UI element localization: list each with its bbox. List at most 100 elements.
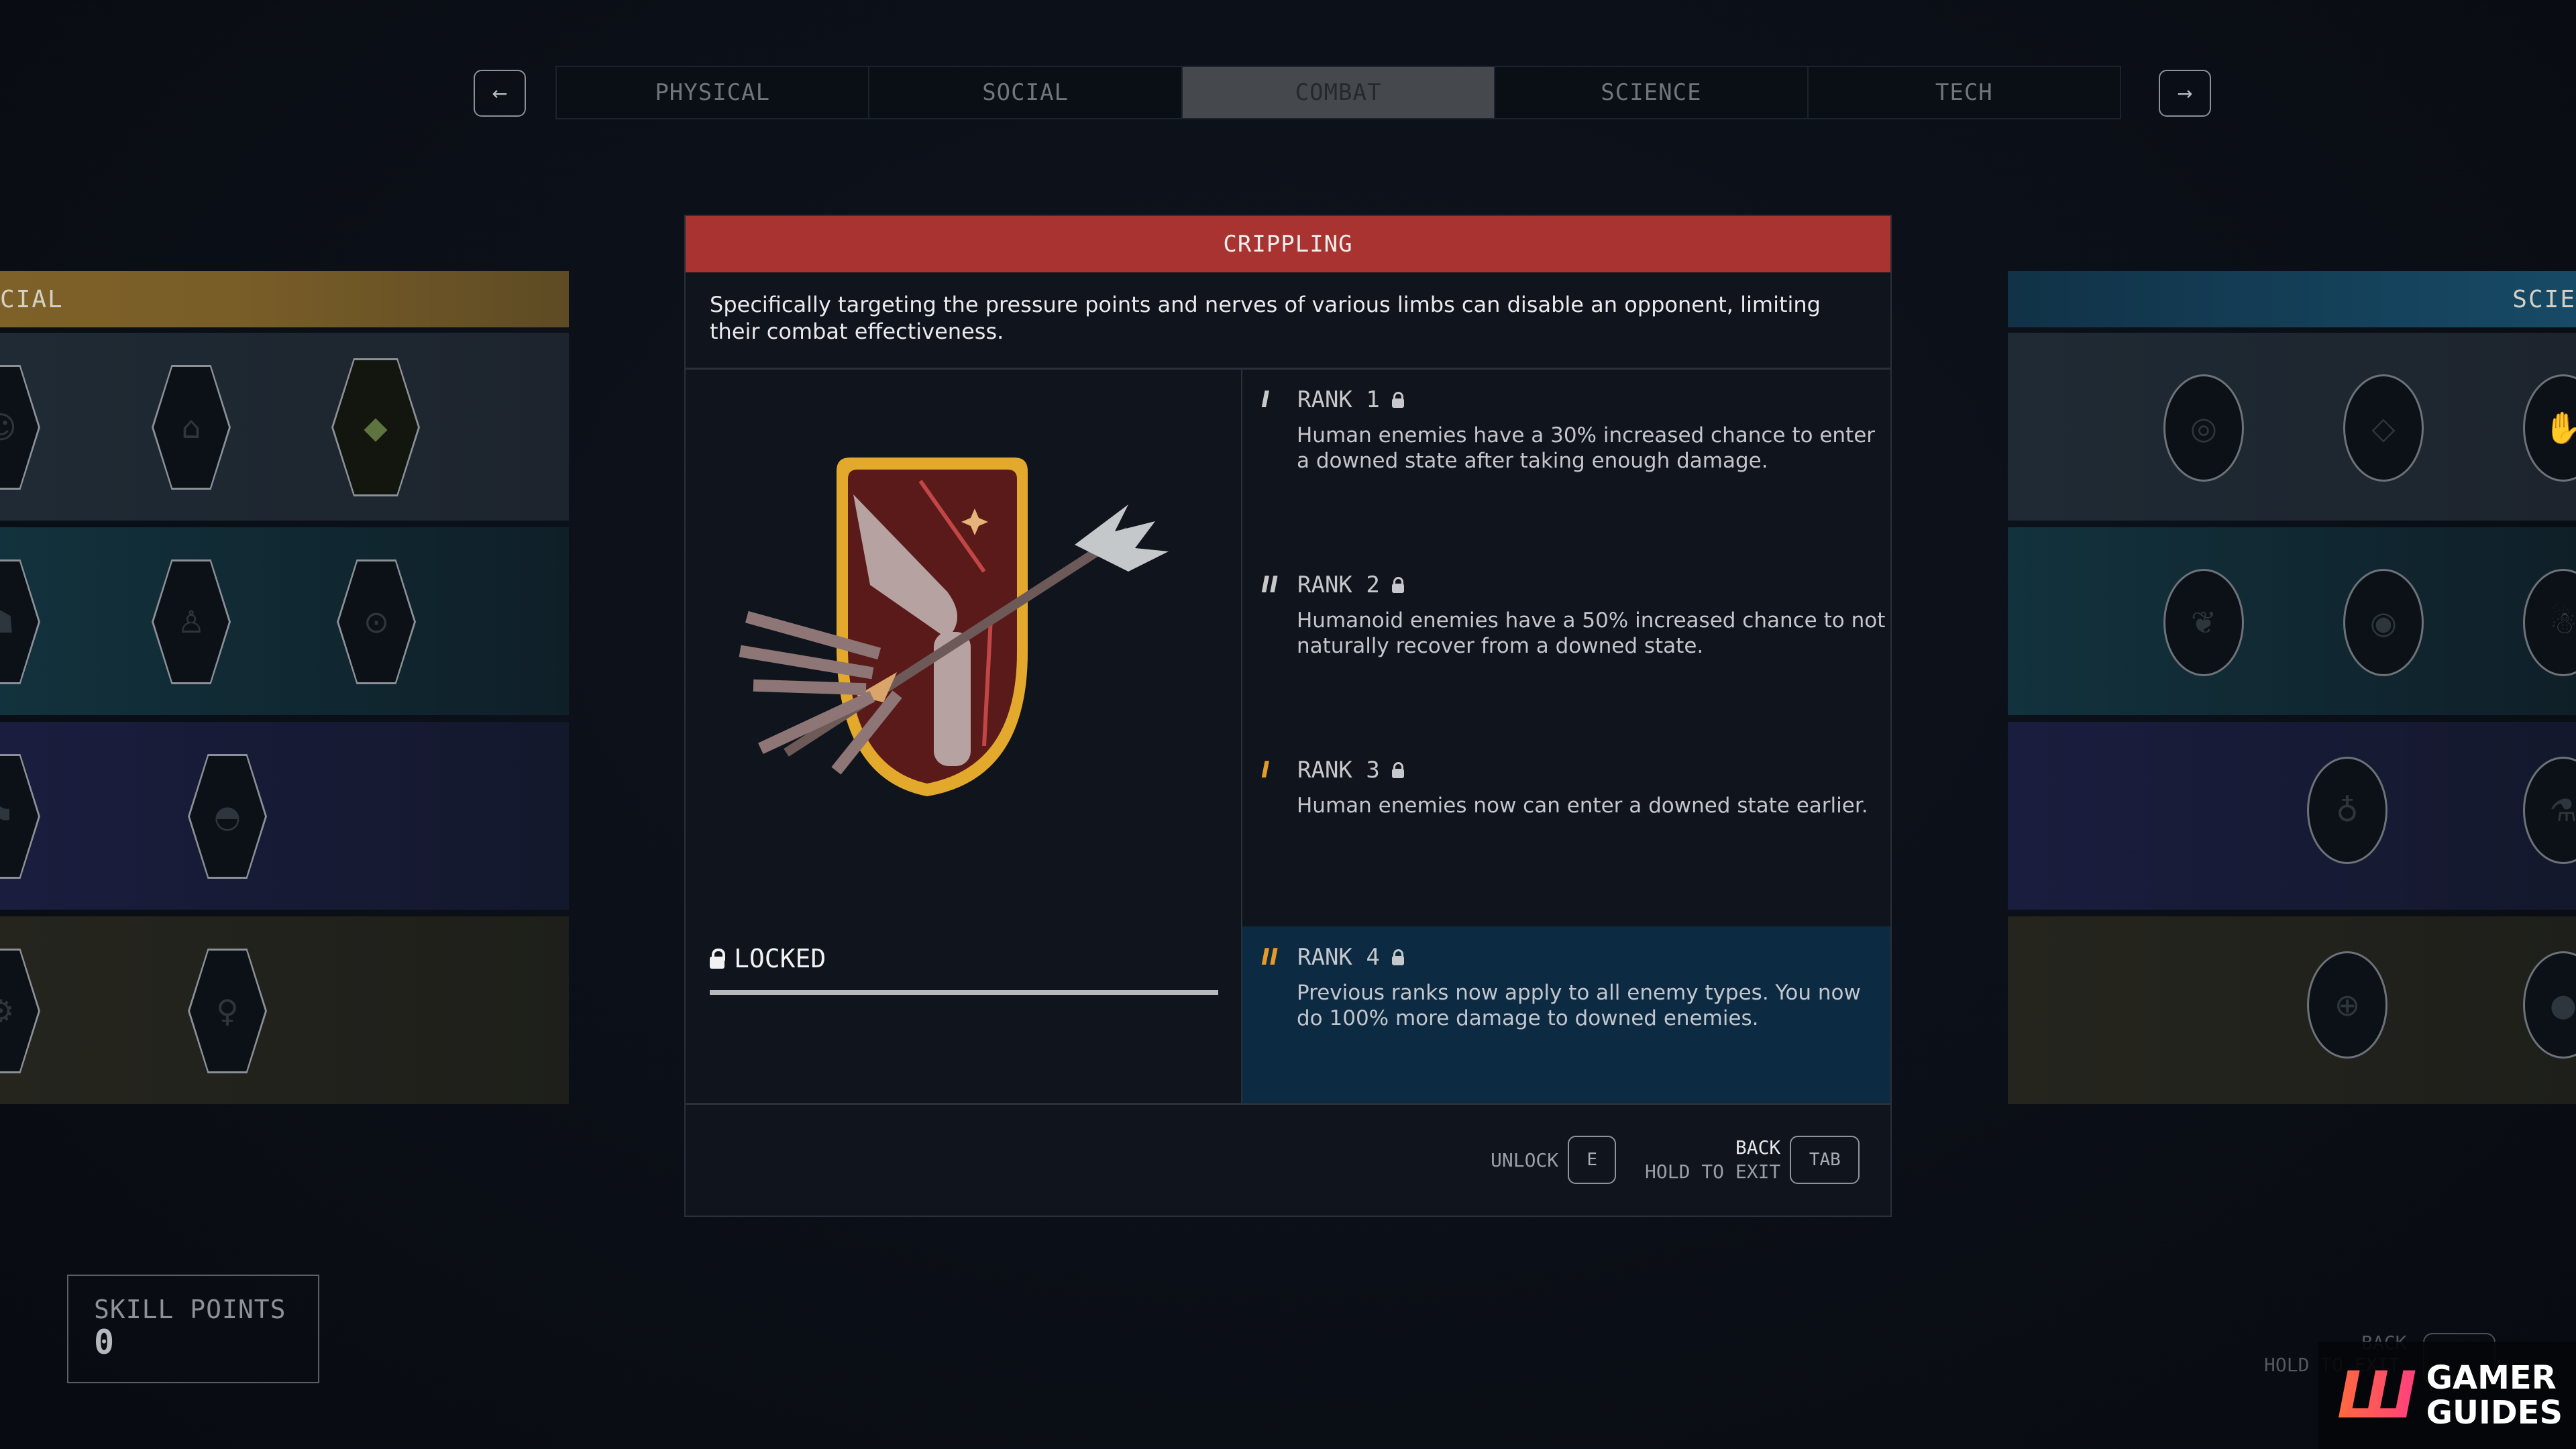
skill-node[interactable]: ♁ <box>2307 757 2387 864</box>
tab-combat[interactable]: COMBAT <box>1182 67 1496 118</box>
science-tree-header: SCIE <box>2008 271 2576 327</box>
skill-points-value: 0 <box>94 1323 115 1362</box>
unlock-hint[interactable]: UNLOCK E <box>1491 1136 1617 1184</box>
social-tree-header: CIAL <box>0 271 569 327</box>
skill-node[interactable]: ⚑ <box>0 754 40 879</box>
face-sparkles-icon: ☺ <box>0 409 17 445</box>
rank-item[interactable]: I RANK 3 Human enemies now can enter a d… <box>1242 739 1890 924</box>
skill-node-unlocked[interactable]: ◆ <box>331 358 420 496</box>
skill-tier-row: ☗ ♙ ⊙ <box>0 527 569 715</box>
skill-node[interactable]: ☃ <box>2523 569 2576 676</box>
rank-label: RANK 3 <box>1297 757 1380 784</box>
rank-label: RANK 4 <box>1297 944 1380 971</box>
skill-node[interactable]: ◓ <box>188 754 267 879</box>
back-hint[interactable]: BACK HOLD TO EXIT TAB <box>1645 1136 1860 1184</box>
skill-node[interactable]: ◉ <box>2343 569 2424 676</box>
tab-science[interactable]: SCIENCE <box>1495 67 1809 118</box>
gamer-guides-watermark: Ш GAMER GUIDES <box>2318 1342 2576 1449</box>
rank-description: Humanoid enemies have a 50% increased ch… <box>1297 608 1886 658</box>
skill-tier-row: ⚙ ♀ <box>0 916 569 1104</box>
previous-category-button[interactable]: ← <box>474 70 526 117</box>
skill-node[interactable]: ⌂ <box>152 365 231 490</box>
skill-node[interactable]: ❦ <box>2163 569 2244 676</box>
skill-node[interactable]: ● <box>2523 951 2576 1059</box>
crippling-badge-icon <box>739 458 1169 796</box>
gorilla-roar-icon: ☗ <box>0 604 15 640</box>
lock-icon <box>1391 392 1404 408</box>
rank-list: I RANK 1 Human enemies have a 30% increa… <box>1242 369 1890 1105</box>
rank-item-selected[interactable]: II RANK 4 Previous ranks now apply to al… <box>1242 926 1890 1104</box>
science-tree-title: SCIE <box>2512 285 2576 313</box>
perk-progress-bar <box>710 990 1218 995</box>
lock-icon <box>1391 762 1404 778</box>
rank-label: RANK 2 <box>1297 572 1380 598</box>
gloved-hand-icon: ✋ <box>2544 409 2576 446</box>
skill-node[interactable]: ⊕ <box>2307 951 2387 1059</box>
lock-icon <box>710 949 725 969</box>
skill-node[interactable]: ◇ <box>2343 374 2424 482</box>
skill-node[interactable]: ⚗ <box>2523 757 2576 864</box>
skill-node[interactable]: ☗ <box>0 559 40 684</box>
ship-console-icon: ⚙ <box>0 993 15 1029</box>
perk-title: CRIPPLING <box>1223 231 1353 258</box>
crystal-circuit-icon: ◇ <box>2371 410 2396 446</box>
hands-credits-icon: ⊙ <box>363 604 390 640</box>
next-category-button[interactable]: → <box>2159 70 2211 117</box>
skill-tier-row: ♁ ⚗ <box>2008 722 2576 910</box>
rank-description: Human enemies now can enter a downed sta… <box>1297 794 1868 818</box>
unlock-label: UNLOCK <box>1491 1148 1559 1171</box>
skill-tier-row: ⚑ ◓ <box>0 722 569 910</box>
astronaut-flag-icon: ⚑ <box>0 798 15 835</box>
skill-node[interactable]: ✋ <box>2523 374 2576 482</box>
skill-node[interactable]: ♀ <box>188 949 267 1073</box>
watermark-line-2: GUIDES <box>2426 1394 2563 1432</box>
arrow-left-icon: ← <box>492 82 508 105</box>
rank-marker: I <box>1261 386 1270 413</box>
perk-title-bar: CRIPPLING <box>686 216 1890 272</box>
mining-planet-icon: ● <box>2549 987 2576 1023</box>
flask-icon: ⚗ <box>2549 792 2576 828</box>
creature-human-icon: ♀ <box>216 993 239 1029</box>
rank-marker: II <box>1261 572 1279 598</box>
outpost-dome-icon: ◓ <box>213 798 241 835</box>
solar-system-icon: ◎ <box>2190 410 2218 446</box>
tab-tech[interactable]: TECH <box>1808 67 2121 118</box>
perk-detail-panel: CRIPPLING Specifically targeting the pre… <box>684 215 1892 1217</box>
perk-status: LOCKED <box>710 944 826 973</box>
lock-icon <box>1391 577 1404 593</box>
treasure-chest-icon: ⌂ <box>181 409 201 445</box>
category-tabs: PHYSICAL SOCIAL COMBAT SCIENCE TECH <box>555 66 2121 119</box>
skill-node[interactable]: ⊙ <box>337 559 416 684</box>
social-skill-tree: CIAL ☺ ⌂ ◆ ☗ ♙ ⊙ ⚑ ◓ ⚙ ♀ <box>0 271 569 1106</box>
unlock-key[interactable]: E <box>1568 1136 1617 1184</box>
skill-tier-row: ⊕ ● <box>2008 916 2576 1104</box>
skill-node[interactable]: ◎ <box>2163 374 2244 482</box>
plant-dna-icon: ❦ <box>2190 604 2217 641</box>
skill-node[interactable]: ♙ <box>152 559 231 684</box>
arrow-right-icon: → <box>2177 82 2193 105</box>
back-label: BACK <box>1735 1136 1781 1159</box>
rank-marker: I <box>1261 757 1270 784</box>
rank-item[interactable]: II RANK 2 Humanoid enemies have a 50% in… <box>1242 554 1890 739</box>
science-skill-tree: SCIE ◎ ◇ ✋ ❦ ◉ ☃ ♁ ⚗ ⊕ ● <box>2008 271 2576 1106</box>
tab-key[interactable]: TAB <box>1790 1136 1860 1184</box>
tab-social[interactable]: SOCIAL <box>869 67 1183 118</box>
perk-status-label: LOCKED <box>734 944 826 973</box>
spacesuit-icon: ☃ <box>2549 604 2576 641</box>
radar-scan-icon: ◉ <box>2369 604 2398 641</box>
reactor-core-icon: ⊕ <box>2334 987 2361 1023</box>
rank-description: Human enemies have a 30% increased chanc… <box>1297 423 1876 473</box>
tab-physical[interactable]: PHYSICAL <box>557 67 870 118</box>
standing-figure-icon: ♙ <box>177 604 205 640</box>
rank-item[interactable]: I RANK 1 Human enemies have a 30% increa… <box>1242 369 1890 554</box>
skill-node[interactable]: ⚙ <box>0 949 40 1073</box>
lock-icon <box>1391 949 1404 965</box>
perk-description: Specifically targeting the pressure poin… <box>710 292 1821 344</box>
skill-tier-row: ☺ ⌂ ◆ <box>0 333 569 521</box>
skill-tier-row: ❦ ◉ ☃ <box>2008 527 2576 715</box>
hold-to-exit-label: HOLD TO EXIT <box>1645 1161 1781 1183</box>
social-tree-title: CIAL <box>0 285 64 313</box>
skill-node[interactable]: ☺ <box>0 365 40 490</box>
rank-description: Previous ranks now apply to all enemy ty… <box>1297 981 1861 1030</box>
gamer-guides-logo-icon: Ш <box>2337 1358 2417 1433</box>
